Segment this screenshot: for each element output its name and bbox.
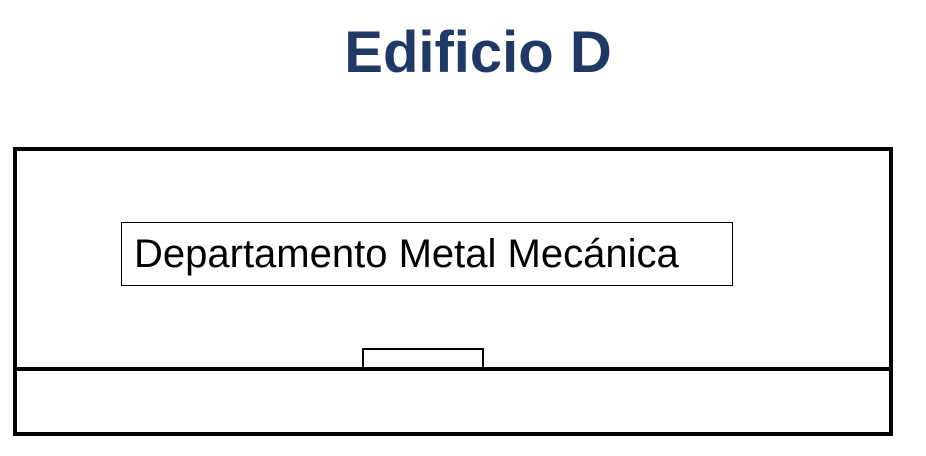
corridor-divider-line bbox=[17, 367, 889, 371]
department-label-box: Departamento Metal Mecánica bbox=[121, 222, 733, 286]
building-title: Edificio D bbox=[344, 20, 612, 85]
department-label: Departamento Metal Mecánica bbox=[134, 231, 679, 276]
entrance-door bbox=[362, 348, 484, 369]
building-outline: Departamento Metal Mecánica bbox=[13, 147, 893, 436]
